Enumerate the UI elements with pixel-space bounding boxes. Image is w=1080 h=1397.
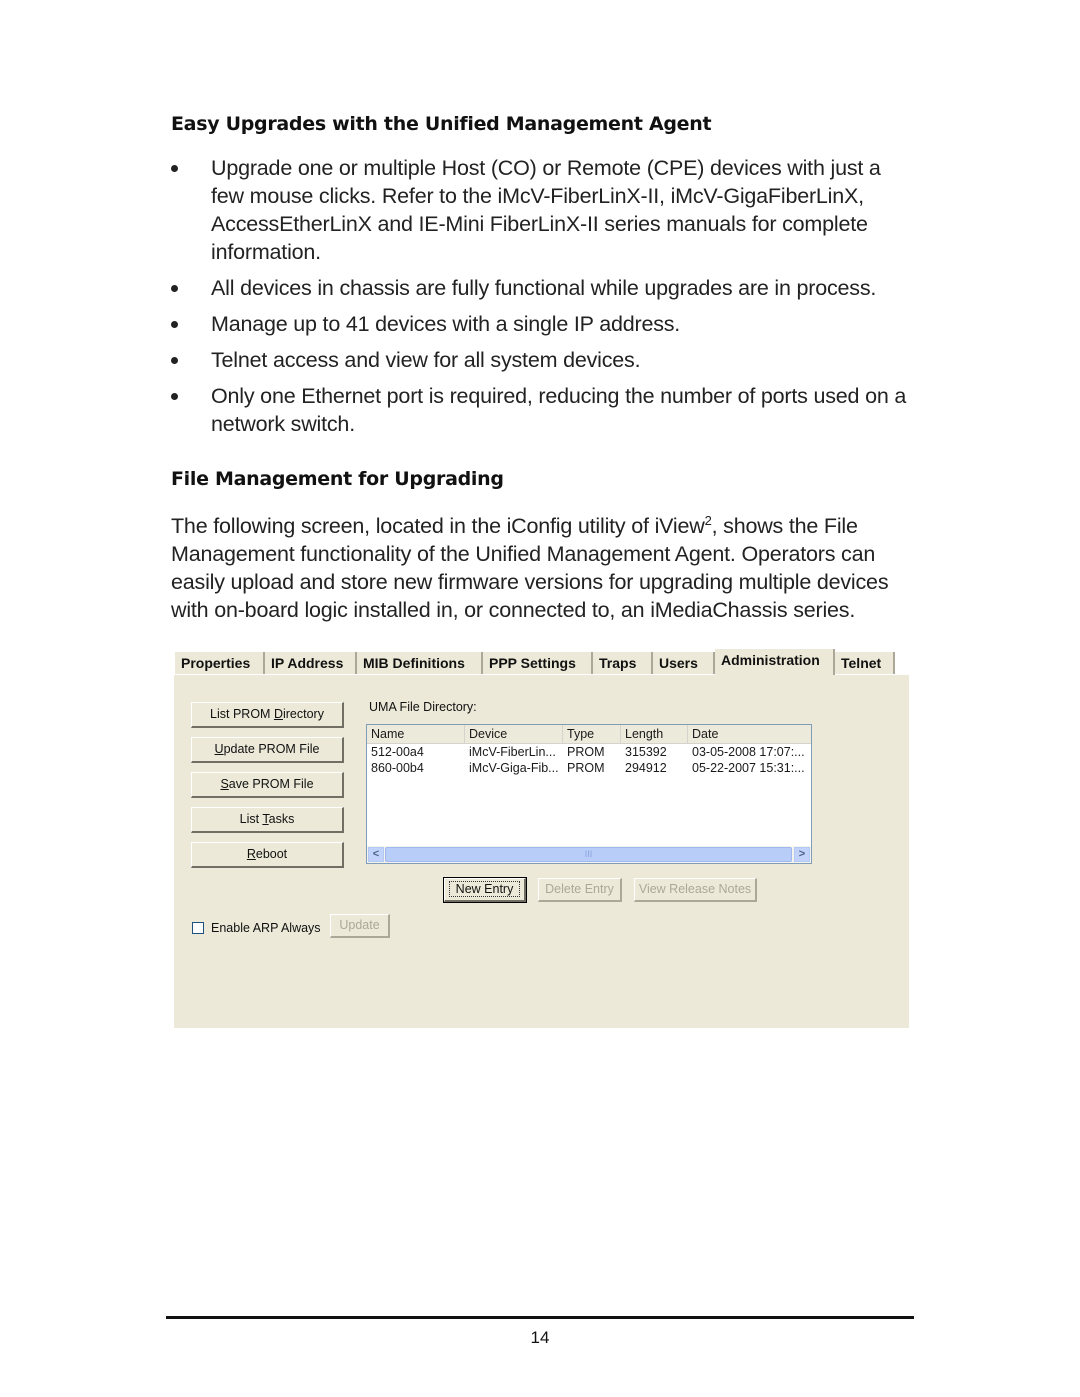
section-heading-file-management: File Management for Upgrading [171, 468, 504, 490]
reboot-button[interactable]: Reboot [191, 842, 344, 868]
bullet-item: Telnet access and view for all system de… [171, 346, 911, 374]
table-row[interactable]: 860-00b4 iMcV-Giga-Fib... PROM 294912 05… [367, 760, 811, 776]
column-header-length[interactable]: Length [621, 725, 688, 743]
bullet-icon [171, 357, 178, 364]
intro-paragraph: The following screen, located in the iCo… [171, 513, 889, 623]
update-button[interactable]: Update [330, 914, 390, 938]
view-release-notes-button[interactable]: View Release Notes [634, 878, 757, 902]
save-prom-file-button[interactable]: Save PROM File [191, 772, 344, 798]
bullet-icon [171, 285, 178, 292]
column-header-date[interactable]: Date [688, 725, 811, 743]
bullet-item: Manage up to 41 devices with a single IP… [171, 310, 911, 338]
column-header-name[interactable]: Name [367, 725, 465, 743]
footer-rule [166, 1316, 914, 1319]
tab-users[interactable]: Users [653, 652, 715, 674]
cell-type: PROM [567, 745, 605, 759]
bullet-item: All devices in chassis are fully functio… [171, 274, 911, 302]
tab-traps[interactable]: Traps [593, 652, 653, 674]
feature-bullet-list: Upgrade one or multiple Host (CO) or Rem… [171, 154, 911, 446]
superscript: 2 [704, 513, 712, 528]
uma-file-directory-label: UMA File Directory: [369, 700, 477, 714]
bullet-item: Upgrade one or multiple Host (CO) or Rem… [171, 154, 911, 266]
enable-arp-label: Enable ARP Always [211, 921, 321, 935]
cell-length: 294912 [625, 761, 667, 775]
cell-device: iMcV-FiberLin... [469, 745, 556, 759]
uma-file-directory-list[interactable]: Name Device Type Length Date 512-00a4 iM… [366, 724, 812, 864]
column-header-type[interactable]: Type [563, 725, 621, 743]
column-header-device[interactable]: Device [465, 725, 563, 743]
cell-date: 05-22-2007 15:31:... [692, 761, 805, 775]
scroll-right-icon[interactable]: > [794, 847, 810, 862]
tab-mib-definitions[interactable]: MIB Definitions [357, 652, 483, 674]
cell-name: 512-00a4 [371, 745, 424, 759]
administration-dialog: Properties IP Address MIB Definitions PP… [173, 648, 909, 1028]
cell-date: 03-05-2008 17:07:... [692, 745, 805, 759]
section-heading-easy-upgrades: Easy Upgrades with the Unified Managemen… [171, 113, 712, 135]
tab-strip: Properties IP Address MIB Definitions PP… [173, 648, 908, 676]
new-entry-button[interactable]: New Entry [443, 877, 527, 903]
cell-name: 860-00b4 [371, 761, 424, 775]
bullet-icon [171, 165, 178, 172]
list-header: Name Device Type Length Date [367, 725, 811, 744]
tab-administration[interactable]: Administration [715, 649, 835, 675]
scroll-left-icon[interactable]: < [368, 847, 384, 862]
tab-ip-address[interactable]: IP Address [265, 652, 357, 674]
cell-type: PROM [567, 761, 605, 775]
update-prom-file-button[interactable]: Update PROM File [191, 737, 344, 763]
bullet-icon [171, 321, 178, 328]
tab-telnet[interactable]: Telnet [835, 652, 895, 674]
list-tasks-button[interactable]: List Tasks [191, 807, 344, 833]
enable-arp-checkbox[interactable] [192, 922, 204, 934]
administration-panel: List PROM Directory Update PROM File Sav… [173, 675, 909, 1028]
cell-length: 315392 [625, 745, 667, 759]
delete-entry-button[interactable]: Delete Entry [538, 878, 622, 902]
cell-device: iMcV-Giga-Fib... [469, 761, 559, 775]
table-row[interactable]: 512-00a4 iMcV-FiberLin... PROM 315392 03… [367, 744, 811, 760]
bullet-item: Only one Ethernet port is required, redu… [171, 382, 911, 438]
tab-properties[interactable]: Properties [175, 652, 265, 674]
tab-ppp-settings[interactable]: PPP Settings [483, 652, 593, 674]
bullet-icon [171, 393, 178, 400]
page-number: 14 [530, 1328, 550, 1347]
scrollbar-thumb[interactable]: III [385, 847, 792, 862]
list-prom-directory-button[interactable]: List PROM Directory [191, 702, 344, 728]
horizontal-scrollbar[interactable]: < III > [367, 846, 811, 863]
